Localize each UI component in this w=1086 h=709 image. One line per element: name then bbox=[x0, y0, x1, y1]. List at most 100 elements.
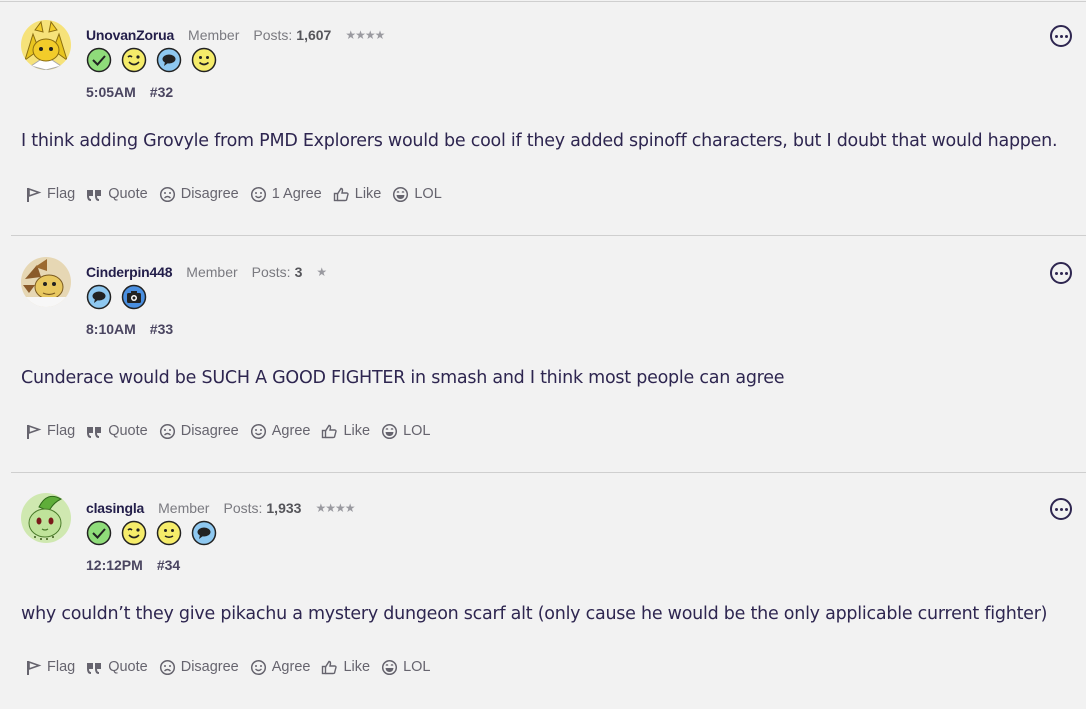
like-button[interactable]: Like bbox=[333, 186, 382, 203]
rank-stars: ★★★★ bbox=[345, 28, 385, 42]
post-time[interactable]: 8:10AM bbox=[86, 321, 136, 337]
flag-icon bbox=[27, 187, 42, 202]
ellipsis-icon bbox=[1054, 271, 1058, 275]
post-timestamp-row: 8:10AM #33 bbox=[86, 321, 173, 337]
flag-button[interactable]: Flag bbox=[25, 659, 75, 676]
user-role: Member bbox=[186, 264, 238, 280]
quote-icon bbox=[87, 189, 102, 201]
smile-icon bbox=[250, 659, 266, 675]
smile-badge-icon[interactable] bbox=[191, 47, 217, 73]
disagree-button[interactable]: Disagree bbox=[159, 186, 239, 203]
agree-button[interactable]: Agree bbox=[250, 423, 311, 440]
quote-icon bbox=[87, 662, 102, 674]
ellipsis-icon bbox=[1054, 507, 1058, 511]
post-number[interactable]: #32 bbox=[150, 84, 173, 100]
camera-badge-icon[interactable] bbox=[121, 284, 147, 310]
agree-label: Agree bbox=[271, 423, 311, 439]
post-number[interactable]: #34 bbox=[157, 557, 180, 573]
flag-icon bbox=[27, 660, 42, 675]
posts-label: Posts: bbox=[251, 264, 291, 280]
badge-row bbox=[86, 284, 147, 312]
post-meta: UnovanZorua Member Posts: 1,607 ★★★★ bbox=[86, 25, 385, 45]
like-label: Like bbox=[354, 186, 382, 202]
thumbs-up-icon bbox=[322, 424, 338, 438]
user-role: Member bbox=[158, 500, 210, 516]
posts-count: 1,933 bbox=[266, 500, 302, 516]
badge-row bbox=[86, 520, 217, 548]
agree-button[interactable]: 1 Agree bbox=[250, 186, 322, 203]
thumbs-up-icon bbox=[322, 660, 338, 674]
post-number[interactable]: #33 bbox=[150, 321, 173, 337]
posts-count: 3 bbox=[294, 264, 303, 280]
flag-button[interactable]: Flag bbox=[25, 186, 75, 203]
disagree-button[interactable]: Disagree bbox=[159, 659, 239, 676]
frown-icon bbox=[159, 186, 175, 202]
quote-label: Quote bbox=[108, 659, 148, 675]
rank-stars: ★★★★ bbox=[315, 501, 355, 515]
quote-label: Quote bbox=[108, 186, 148, 202]
posts-label: Posts: bbox=[253, 27, 293, 43]
speech-bubble-badge-icon[interactable] bbox=[86, 284, 112, 310]
quote-button[interactable]: Quote bbox=[86, 186, 148, 203]
flag-label: Flag bbox=[47, 423, 76, 439]
avatar[interactable] bbox=[21, 493, 71, 543]
post-33: Cinderpin448 Member Posts: 3 ★ 8:10AM #3… bbox=[11, 237, 1086, 473]
quote-button[interactable]: Quote bbox=[86, 659, 148, 676]
smile-icon bbox=[250, 186, 266, 202]
lol-label: LOL bbox=[403, 423, 431, 439]
user-role: Member bbox=[188, 27, 240, 43]
reaction-bar: Flag Quote Disagree 1 Agree Like LOL bbox=[25, 183, 453, 205]
post-body: I think adding Grovyle from PMD Explorer… bbox=[21, 131, 1058, 151]
like-button[interactable]: Like bbox=[321, 659, 370, 676]
jolteon-avatar-icon bbox=[21, 20, 71, 70]
laugh-icon bbox=[393, 186, 409, 202]
reaction-bar: Flag Quote Disagree Agree Like LOL bbox=[25, 420, 441, 442]
check-badge-icon[interactable] bbox=[86, 520, 112, 546]
quote-label: Quote bbox=[108, 423, 148, 439]
avatar[interactable] bbox=[21, 257, 71, 307]
agree-label: 1 Agree bbox=[271, 186, 322, 202]
neutral-smile-badge-icon[interactable] bbox=[156, 520, 182, 546]
disagree-label: Disagree bbox=[180, 186, 239, 202]
flag-label: Flag bbox=[47, 659, 76, 675]
disagree-label: Disagree bbox=[180, 659, 239, 675]
like-button[interactable]: Like bbox=[321, 423, 370, 440]
avatar[interactable] bbox=[21, 20, 71, 70]
speech-bubble-badge-icon[interactable] bbox=[191, 520, 217, 546]
post-time[interactable]: 5:05AM bbox=[86, 84, 136, 100]
post-32: UnovanZorua Member Posts: 1,607 ★★★★ 5:0… bbox=[11, 0, 1086, 236]
post-options-button[interactable] bbox=[1050, 498, 1072, 520]
post-time[interactable]: 12:12PM bbox=[86, 557, 143, 573]
quote-icon bbox=[87, 426, 102, 438]
lol-button[interactable]: LOL bbox=[381, 423, 430, 440]
agree-button[interactable]: Agree bbox=[250, 659, 311, 676]
post-body: Cunderace would be SUCH A GOOD FIGHTER i… bbox=[21, 368, 785, 388]
username-link[interactable]: Cinderpin448 bbox=[86, 264, 172, 280]
frown-icon bbox=[159, 659, 175, 675]
smile-icon bbox=[250, 423, 266, 439]
post-timestamp-row: 12:12PM #34 bbox=[86, 557, 180, 573]
disagree-button[interactable]: Disagree bbox=[159, 423, 239, 440]
agree-label: Agree bbox=[271, 659, 311, 675]
chikorita-avatar-icon bbox=[21, 493, 71, 543]
wink-badge-icon[interactable] bbox=[121, 47, 147, 73]
check-badge-icon[interactable] bbox=[86, 47, 112, 73]
post-34: clasingla Member Posts: 1,933 ★★★★ 12:12… bbox=[11, 473, 1086, 709]
posts-label: Posts: bbox=[223, 500, 263, 516]
post-options-button[interactable] bbox=[1050, 25, 1072, 47]
post-timestamp-row: 5:05AM #32 bbox=[86, 84, 173, 100]
wink-badge-icon[interactable] bbox=[121, 520, 147, 546]
lol-button[interactable]: LOL bbox=[381, 659, 430, 676]
username-link[interactable]: UnovanZorua bbox=[86, 27, 174, 43]
username-link[interactable]: clasingla bbox=[86, 500, 144, 516]
speech-bubble-badge-icon[interactable] bbox=[156, 47, 182, 73]
sandslash-avatar-icon bbox=[21, 257, 71, 307]
quote-button[interactable]: Quote bbox=[86, 423, 148, 440]
post-meta: Cinderpin448 Member Posts: 3 ★ bbox=[86, 262, 327, 282]
like-label: Like bbox=[343, 659, 371, 675]
lol-label: LOL bbox=[414, 186, 442, 202]
lol-button[interactable]: LOL bbox=[392, 186, 442, 203]
frown-icon bbox=[159, 423, 175, 439]
post-options-button[interactable] bbox=[1050, 262, 1072, 284]
flag-button[interactable]: Flag bbox=[25, 423, 75, 440]
